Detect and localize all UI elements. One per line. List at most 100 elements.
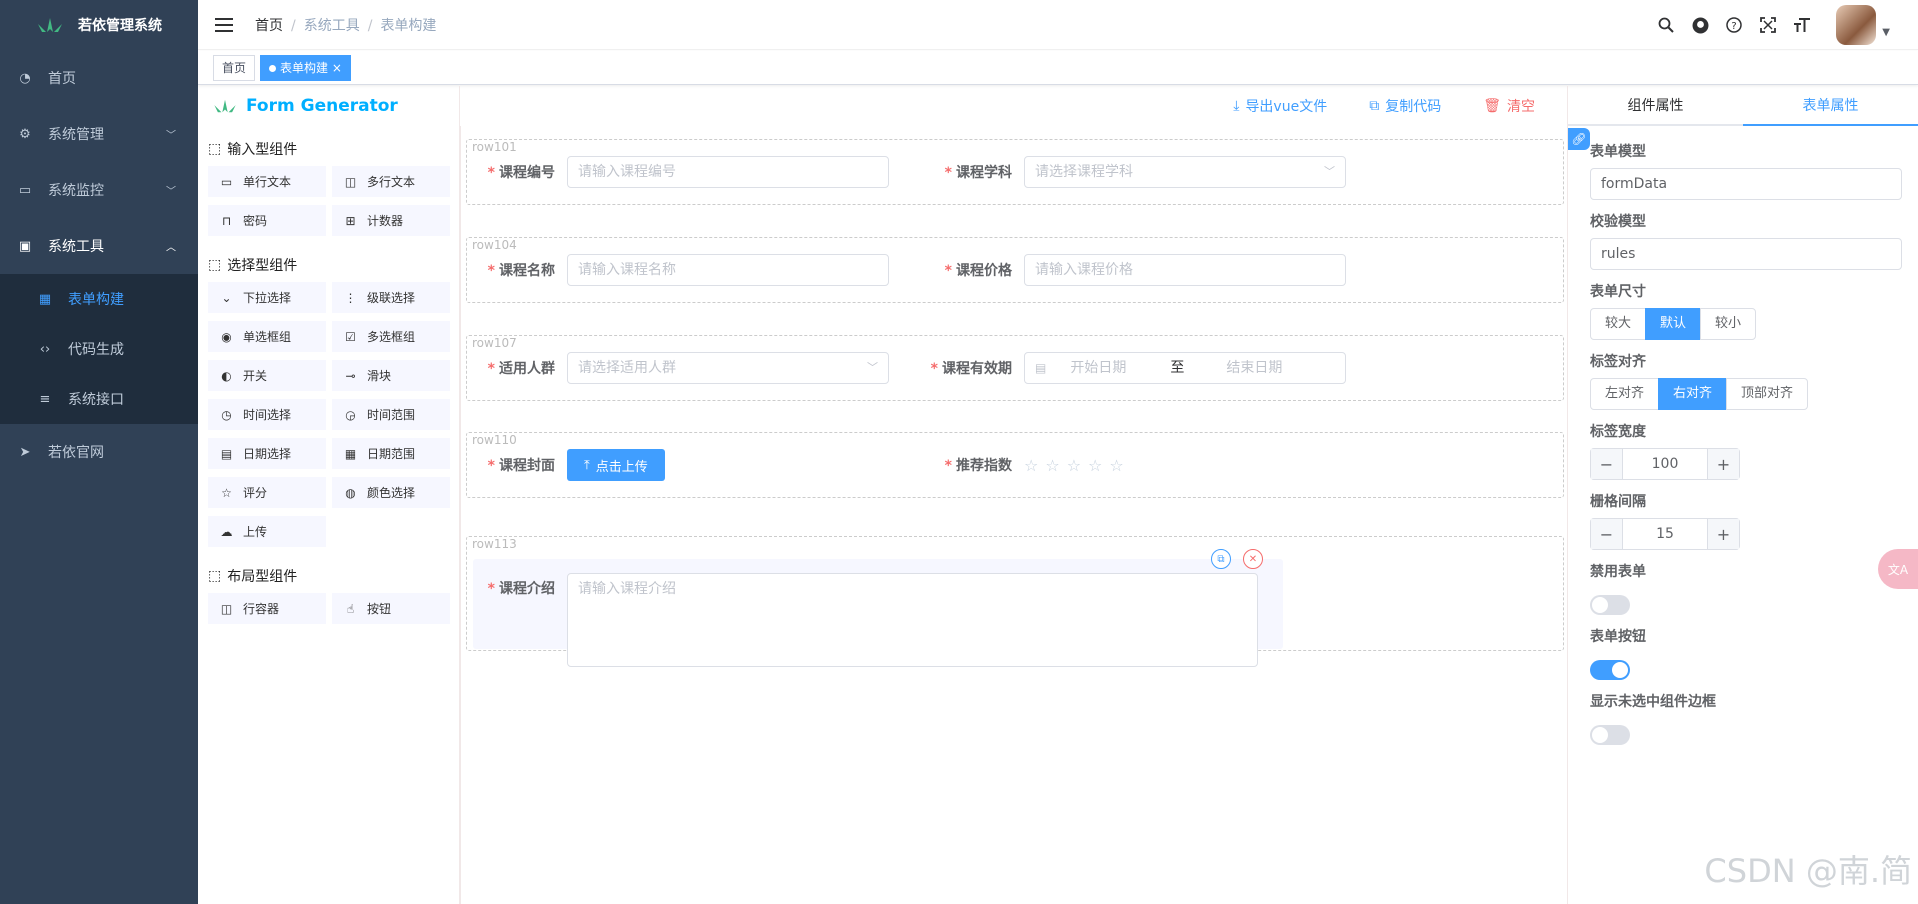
upload-button[interactable]: ⤒ 点击上传: [567, 449, 665, 481]
delete-item-icon[interactable]: ✕: [1243, 549, 1263, 569]
sidebar-item-monitor[interactable]: ▭ 系统监控 ﹀: [0, 162, 198, 218]
checkbox-icon: ☑: [345, 329, 356, 344]
sidebar-item-swagger[interactable]: ≡ 系统接口: [0, 374, 198, 424]
course-price-input[interactable]: 请输入课程价格: [1024, 254, 1346, 286]
comp-color[interactable]: ◍ 颜色选择: [332, 477, 450, 508]
comp-cascader[interactable]: ⋮ 级联选择: [332, 282, 450, 313]
size-large-button[interactable]: 较大: [1590, 308, 1647, 340]
comp-time[interactable]: ◷ 时间选择: [208, 399, 326, 430]
sidebar-item-system[interactable]: ⚙ 系统管理 ﹀: [0, 106, 198, 162]
fullscreen-icon[interactable]: [1758, 15, 1778, 35]
sidebar-item-form-build[interactable]: ▦ 表单构建: [0, 274, 198, 324]
tab-component-props[interactable]: 组件属性: [1568, 86, 1743, 124]
comp-date-range[interactable]: ▦ 日期范围: [332, 438, 450, 469]
align-left-button[interactable]: 左对齐: [1590, 378, 1660, 410]
plus-icon[interactable]: +: [1707, 519, 1739, 549]
validity-date-range[interactable]: ▤ 开始日期 至 结束日期: [1024, 352, 1346, 384]
comp-password[interactable]: ⊓ 密码: [208, 205, 326, 236]
comp-slider[interactable]: ⊸ 滑块: [332, 360, 450, 391]
search-icon[interactable]: [1656, 15, 1676, 35]
size-small-button[interactable]: 较小: [1700, 308, 1757, 340]
rules-input[interactable]: rules: [1590, 238, 1902, 270]
course-no-input[interactable]: 请输入课程编号: [567, 156, 889, 188]
rating-stars[interactable]: ☆ ☆ ☆ ☆ ☆: [1024, 456, 1124, 475]
avatar[interactable]: [1836, 5, 1877, 45]
minus-icon[interactable]: −: [1591, 519, 1623, 549]
comp-checkbox[interactable]: ☑ 多选框组: [332, 321, 450, 352]
comp-time-range[interactable]: ◶ 时间范围: [332, 399, 450, 430]
align-right-button[interactable]: 右对齐: [1658, 378, 1728, 410]
align-top-button[interactable]: 顶部对齐: [1726, 378, 1809, 410]
comp-select[interactable]: ⌄ 下拉选择: [208, 282, 326, 313]
breadcrumb-current: 表单构建: [380, 17, 437, 34]
course-intro-textarea[interactable]: 请输入课程介绍: [567, 573, 1258, 667]
tag-form-build[interactable]: 表单构建 ×: [260, 54, 351, 81]
close-icon[interactable]: ×: [332, 61, 342, 75]
comp-rate[interactable]: ☆ 评分: [208, 477, 326, 508]
sidebar: 若依管理系统 ◔ 首页 ⚙ 系统管理 ﹀ ▭ 系统监控 ﹀ ▣ 系统工具 ︿ ▦…: [0, 0, 198, 904]
copy-code-button[interactable]: ⧉ 复制代码: [1369, 96, 1441, 116]
end-date[interactable]: 结束日期: [1226, 353, 1282, 383]
copy-item-icon[interactable]: ⧉: [1211, 549, 1231, 569]
export-vue-button[interactable]: ⤓ 导出vue文件: [1233, 96, 1327, 116]
slider-icon: ⊸: [345, 368, 356, 383]
label-width-value[interactable]: 100: [1623, 449, 1707, 479]
comp-button[interactable]: ☝ 按钮: [332, 593, 450, 624]
star-icon[interactable]: ☆: [1088, 456, 1102, 475]
show-border-switch[interactable]: [1590, 725, 1630, 745]
link-icon[interactable]: 🔗︎: [1568, 128, 1590, 150]
translate-icon[interactable]: 文A: [1878, 549, 1918, 589]
sidebar-item-website[interactable]: ➤ 若依官网: [0, 424, 198, 480]
row-container[interactable]: row113 ⧉ ✕ * 课程介绍 请输入课程介绍: [466, 536, 1564, 667]
comp-input[interactable]: ▭ 单行文本: [208, 166, 326, 197]
row-container[interactable]: row104 * 课程名称 请输入课程名称 * 课程价格 请输入课程价格: [466, 237, 1564, 303]
star-icon[interactable]: ☆: [1067, 456, 1081, 475]
plus-icon[interactable]: +: [1707, 449, 1739, 479]
comp-date[interactable]: ▤ 日期选择: [208, 438, 326, 469]
disabled-switch[interactable]: [1590, 595, 1630, 615]
comp-switch[interactable]: ◐ 开关: [208, 360, 326, 391]
gutter-value[interactable]: 15: [1623, 519, 1707, 549]
course-name-input[interactable]: 请输入课程名称: [567, 254, 889, 286]
comp-number[interactable]: ⊞ 计数器: [332, 205, 450, 236]
comp-label: 行容器: [243, 602, 280, 616]
audience-select[interactable]: 请选择适用人群 ﹀: [567, 352, 889, 384]
question-icon[interactable]: ?: [1724, 15, 1744, 35]
breadcrumb-home[interactable]: 首页: [255, 18, 283, 34]
field-label: * 推荐指数: [944, 458, 1012, 474]
comp-row[interactable]: ◫ 行容器: [208, 593, 326, 624]
property-panel: 组件属性 表单属性 🔗︎ 表单模型 formData 校验模型 rules 表单…: [1567, 86, 1918, 904]
tab-form-props[interactable]: 表单属性: [1743, 86, 1918, 124]
star-icon[interactable]: ☆: [1024, 456, 1038, 475]
size-default-button[interactable]: 默认: [1645, 308, 1702, 340]
dashboard-icon: ◔: [19, 70, 31, 86]
form-item-price: * 课程价格 请输入课程价格: [924, 254, 1346, 286]
caret-down-icon[interactable]: ▼: [1882, 27, 1890, 38]
clear-button[interactable]: 🗑︎ 清空: [1483, 96, 1535, 116]
logo[interactable]: 若依管理系统: [0, 0, 198, 50]
subject-select[interactable]: 请选择课程学科 ﹀: [1024, 156, 1346, 188]
minus-icon[interactable]: −: [1591, 449, 1623, 479]
github-icon[interactable]: [1690, 15, 1710, 35]
comp-upload[interactable]: ☁ 上传: [208, 516, 326, 547]
row-container[interactable]: row110 * 课程封面 ⤒ 点击上传 * 推荐指数 ☆ ☆ ☆ ☆ ☆: [466, 432, 1564, 498]
model-input[interactable]: formData: [1590, 168, 1902, 200]
comp-radio[interactable]: ◉ 单选框组: [208, 321, 326, 352]
comp-label: 密码: [243, 214, 268, 228]
sidebar-item-tools[interactable]: ▣ 系统工具 ︿: [0, 218, 198, 274]
prop-label: 栅格间隔: [1590, 494, 1646, 510]
prop-size: 表单尺寸 较大 默认 较小: [1590, 281, 1910, 340]
hamburger-icon[interactable]: [215, 17, 233, 33]
sidebar-item-home[interactable]: ◔ 首页: [0, 50, 198, 106]
row-container[interactable]: row101 * 课程编号 请输入课程编号 * 课程学科 请选择课程学科 ﹀: [466, 139, 1564, 205]
tag-home[interactable]: 首页: [213, 54, 256, 81]
star-icon[interactable]: ☆: [1109, 456, 1123, 475]
star-icon[interactable]: ☆: [1045, 456, 1059, 475]
start-date[interactable]: 开始日期: [1070, 353, 1170, 383]
chevron-down-icon: ﹀: [1324, 165, 1335, 178]
row-container[interactable]: row107 * 适用人群 请选择适用人群 ﹀ * 课程有效期 ▤ 开始日期 至 结束…: [466, 335, 1564, 401]
comp-textarea[interactable]: ◫ 多行文本: [332, 166, 450, 197]
sidebar-item-code-gen[interactable]: ‹› 代码生成: [0, 324, 198, 374]
font-size-icon[interactable]: [1792, 15, 1812, 35]
form-buttons-switch[interactable]: [1590, 660, 1630, 680]
